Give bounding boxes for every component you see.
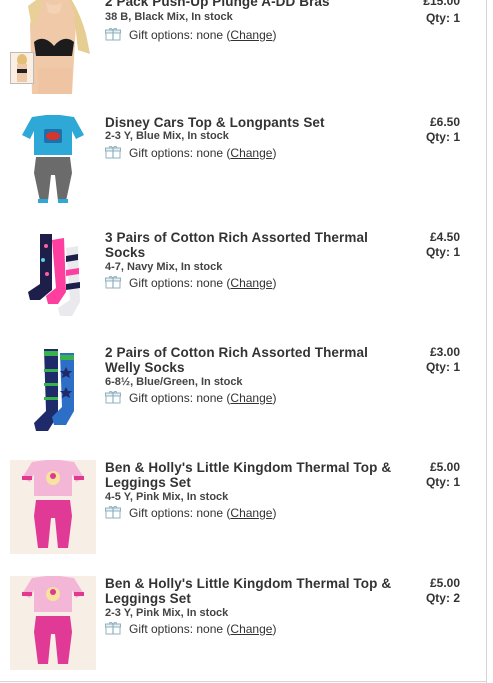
panel-border-right	[486, 0, 487, 683]
qty-label: Qty:	[425, 475, 454, 489]
qty-label: Qty:	[425, 130, 454, 144]
gift-options-text: Gift options: none	[129, 28, 224, 42]
qty-value: 1	[453, 130, 460, 144]
item-qty: Qty: 1	[426, 130, 460, 144]
qty-value: 1	[453, 245, 460, 259]
gift-options: Gift options: none (Change)	[105, 146, 276, 160]
gift-options-text: Gift options: none	[129, 146, 224, 160]
basket-item: Ben & Holly's Little Kingdom Thermal Top…	[0, 576, 486, 681]
change-gift-link[interactable]: Change	[230, 622, 272, 636]
item-details: 4-5 Y, Pink Mix, In stock	[105, 491, 229, 503]
basket-item: 2 Pairs of Cotton Rich Assorted Thermal …	[0, 345, 486, 450]
item-price: £6.50	[429, 115, 460, 129]
item-details: 4-7, Navy Mix, In stock	[105, 261, 223, 273]
product-image-cars-set[interactable]	[10, 115, 96, 209]
gift-icon	[105, 622, 121, 635]
gift-options-text: Gift options: none	[129, 276, 224, 290]
item-details: 6-8½, Blue/Green, In stock	[105, 376, 243, 388]
item-title[interactable]: 2 Pack Push-Up Plunge A-DD Bras	[105, 0, 405, 9]
item-title[interactable]: 3 Pairs of Cotton Rich Assorted Thermal …	[105, 230, 405, 260]
change-gift-link[interactable]: Change	[230, 391, 272, 405]
gift-icon	[105, 276, 121, 289]
change-gift-link[interactable]: Change	[230, 276, 272, 290]
qty-value: 1	[453, 360, 460, 374]
gift-options-text: Gift options: none	[129, 506, 224, 520]
item-details: 2-3 Y, Blue Mix, In stock	[105, 130, 229, 142]
item-price: £5.00	[429, 460, 460, 474]
change-gift-link[interactable]: Change	[230, 146, 272, 160]
gift-options: Gift options: none (Change)	[105, 28, 276, 42]
product-thumbnail-small[interactable]	[10, 52, 34, 84]
item-qty: Qty: 2	[426, 591, 460, 605]
basket-item: Disney Cars Top & Longpants Set 2-3 Y, B…	[0, 115, 486, 220]
gift-options: Gift options: none (Change)	[105, 622, 276, 636]
item-price: £15.00	[423, 0, 460, 8]
item-qty: Qty: 1	[426, 11, 460, 25]
product-image-thermal-socks[interactable]	[10, 230, 96, 324]
basket-item: Ben & Holly's Little Kingdom Thermal Top…	[0, 460, 486, 565]
gift-options: Gift options: none (Change)	[105, 391, 276, 405]
gift-options: Gift options: none (Change)	[105, 506, 276, 520]
item-details: 38 B, Black Mix, In stock	[105, 11, 233, 23]
basket-item: 3 Pairs of Cotton Rich Assorted Thermal …	[0, 230, 486, 335]
gift-icon	[105, 28, 121, 41]
product-image-welly-socks[interactable]	[10, 345, 96, 439]
qty-label: Qty:	[425, 360, 454, 374]
change-gift-link[interactable]: Change	[230, 506, 272, 520]
item-price: £5.00	[429, 576, 460, 590]
item-title[interactable]: Ben & Holly's Little Kingdom Thermal Top…	[105, 460, 405, 490]
qty-label: Qty:	[425, 591, 454, 605]
qty-label: Qty:	[425, 245, 454, 259]
item-title[interactable]: Disney Cars Top & Longpants Set	[105, 115, 405, 130]
product-image-ben-holly-set[interactable]	[10, 460, 96, 554]
gift-options-text: Gift options: none	[129, 391, 224, 405]
item-price: £4.50	[429, 230, 460, 244]
qty-label: Qty:	[425, 11, 454, 25]
qty-value: 1	[453, 11, 460, 25]
panel-border-bottom	[0, 681, 487, 682]
item-qty: Qty: 1	[426, 245, 460, 259]
qty-value: 1	[453, 475, 460, 489]
gift-options-text: Gift options: none	[129, 622, 224, 636]
item-qty: Qty: 1	[426, 475, 460, 489]
item-details: 2-3 Y, Pink Mix, In stock	[105, 607, 229, 619]
qty-value: 2	[453, 591, 460, 605]
change-gift-link[interactable]: Change	[230, 28, 272, 42]
item-title[interactable]: 2 Pairs of Cotton Rich Assorted Thermal …	[105, 345, 405, 375]
item-title[interactable]: Ben & Holly's Little Kingdom Thermal Top…	[105, 576, 405, 606]
product-image-ben-holly-set[interactable]	[10, 576, 96, 670]
gift-icon	[105, 506, 121, 519]
item-qty: Qty: 1	[426, 360, 460, 374]
gift-options: Gift options: none (Change)	[105, 276, 276, 290]
gift-icon	[105, 146, 121, 159]
basket-item: 2 Pack Push-Up Plunge A-DD Bras 38 B, Bl…	[0, 0, 486, 99]
item-price: £3.00	[429, 345, 460, 359]
gift-icon	[105, 391, 121, 404]
